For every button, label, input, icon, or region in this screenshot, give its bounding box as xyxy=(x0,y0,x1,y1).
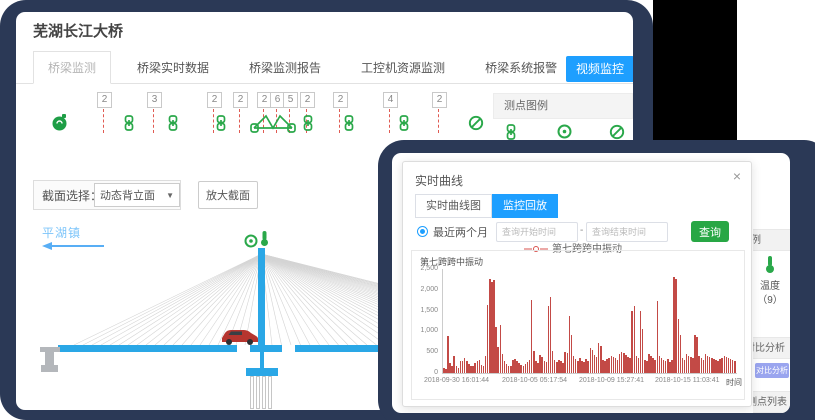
realtime-curve-modal: 实时曲线 × 实时曲线图监控回放 最近两个月 - 查询 第七跨跨中振动 第七跨跨… xyxy=(402,161,752,407)
sensor-count-badge[interactable]: 5 xyxy=(283,92,298,108)
modal-tab-0[interactable]: 实时曲线图 xyxy=(415,194,492,218)
x-tick-label: 2018-10-15 11:03:41 xyxy=(655,377,719,384)
link-sensor-icon[interactable] xyxy=(167,115,179,136)
truss-sensor-icon[interactable] xyxy=(250,112,296,138)
main-tab-4[interactable]: 桥梁系统报警 xyxy=(471,52,571,83)
temp-label: 温度 xyxy=(754,277,786,292)
sensor-dashed-line xyxy=(153,109,154,133)
y-tick-label: 1,000 xyxy=(412,327,438,334)
overlay-window-frame: 测点图例 温度 （9） 实时对比分析 对比分析 测点列表 实时曲线 × 实时曲线… xyxy=(378,140,815,420)
car-image xyxy=(218,326,260,346)
main-tab-1[interactable]: 桥梁实时数据 xyxy=(123,52,223,83)
x-axis xyxy=(442,373,737,374)
x-tick-label: 2018-10-05 05:17:54 xyxy=(502,377,567,384)
sensor-count-badge[interactable]: 2 xyxy=(207,92,222,108)
sensor-dashed-line xyxy=(438,109,439,133)
sensor-count-badge[interactable]: 2 xyxy=(97,92,112,108)
sensor-count-badge[interactable]: 4 xyxy=(383,92,398,108)
deck-gap xyxy=(282,345,295,352)
section-select-label: 截面选择： xyxy=(42,187,102,204)
radio-label: 最近两个月 xyxy=(433,224,488,240)
overlay-window-content: 测点图例 温度 （9） 实时对比分析 对比分析 测点列表 实时曲线 × 实时曲线… xyxy=(392,153,790,413)
bridge-pile xyxy=(268,376,272,409)
main-tab-2[interactable]: 桥梁监测报告 xyxy=(235,52,335,83)
background-black-zone xyxy=(653,0,737,143)
sensor-count-badge[interactable]: 2 xyxy=(432,92,447,108)
video-monitor-button[interactable]: 视频监控 xyxy=(566,56,633,82)
left-pier-base xyxy=(41,365,58,372)
sensor-count-badge[interactable]: 2 xyxy=(233,92,248,108)
main-tabbar: 桥梁监测桥梁实时数据桥梁监测报告工控机资源监测桥梁系统报警 xyxy=(16,55,633,84)
range-separator: - xyxy=(580,225,583,236)
modal-title: 实时曲线 xyxy=(415,172,463,189)
y-tick-label: 500 xyxy=(412,348,438,355)
left-pier-stem xyxy=(45,352,54,365)
strip-legend-band: 测点图例 xyxy=(753,229,790,251)
y-tick-label: 0 xyxy=(412,369,438,376)
pylon-thermometer-icon[interactable] xyxy=(259,230,270,247)
pylon-gauge-icon[interactable] xyxy=(244,234,258,248)
main-tab-0[interactable]: 桥梁监测 xyxy=(33,51,111,84)
close-icon[interactable]: × xyxy=(733,169,741,183)
sensor-dashed-line xyxy=(103,109,104,133)
link-sensor-icon[interactable] xyxy=(343,115,355,136)
deck-gap xyxy=(237,345,250,352)
chevron-down-icon: ▼ xyxy=(166,191,174,200)
link-sensor-icon[interactable] xyxy=(302,115,314,136)
no-entry-icon[interactable] xyxy=(468,115,484,136)
bridge-foundation-cap xyxy=(246,368,278,376)
modal-tab-1[interactable]: 监控回放 xyxy=(492,194,558,218)
thermometer-icon[interactable] xyxy=(764,255,776,274)
enlarge-section-button[interactable]: 放大截面 xyxy=(198,181,258,209)
main-tab-3[interactable]: 工控机资源监测 xyxy=(347,52,459,83)
x-tick-label: 2018-09-30 16:01:44 xyxy=(424,377,489,384)
gauge-sensor-icon[interactable] xyxy=(52,114,68,136)
link-sensor-icon[interactable] xyxy=(123,115,135,136)
y-tick-label: 1,500 xyxy=(412,307,438,314)
start-time-input[interactable] xyxy=(496,222,578,242)
end-time-input[interactable] xyxy=(586,222,668,242)
screenshot-stage: 芜湖长江大桥 桥梁监测桥梁实时数据桥梁监测报告工控机资源监测桥梁系统报警 视频监… xyxy=(0,0,815,420)
y-tick-label: 2,000 xyxy=(412,286,438,293)
modal-tabbar: 实时曲线图监控回放 xyxy=(415,194,558,218)
sensor-count-badge[interactable]: 2 xyxy=(300,92,315,108)
last-two-months-radio[interactable] xyxy=(417,226,428,237)
sensor-count-badge[interactable]: 2 xyxy=(333,92,348,108)
section-select-dropdown[interactable]: 动态背立面 ▼ xyxy=(94,183,180,207)
legend-panel-header: 测点图例 xyxy=(493,93,633,119)
compare-analysis-button[interactable]: 对比分析 xyxy=(755,363,789,378)
sensor-dashed-line xyxy=(239,109,240,133)
sensor-dashed-line xyxy=(389,109,390,133)
page-title: 芜湖长江大桥 xyxy=(33,20,123,41)
link-sensor-icon[interactable] xyxy=(215,115,227,136)
sensor-count-badge[interactable]: 3 xyxy=(147,92,162,108)
bridge-pile xyxy=(250,376,254,409)
bridge-pile xyxy=(256,376,260,409)
temp-count: （9） xyxy=(752,291,788,306)
x-axis-name: 时间 xyxy=(726,377,742,388)
section-select-value: 动态背立面 xyxy=(100,187,155,203)
strip-list-band: 测点列表 xyxy=(753,391,790,413)
vibration-chart: 第七跨跨中振动 05001,0001,5002,0002,500 2018-09… xyxy=(411,250,745,400)
link-sensor-icon[interactable] xyxy=(398,115,410,136)
chart-bars xyxy=(443,269,737,373)
y-tick-label: 2,500 xyxy=(412,265,438,272)
query-button[interactable]: 查询 xyxy=(691,221,729,242)
strip-analysis-band: 实时对比分析 xyxy=(753,337,790,359)
sensor-dashed-line xyxy=(213,109,214,133)
bridge-pile xyxy=(262,376,266,409)
x-tick-label: 2018-10-09 15:27:41 xyxy=(579,377,644,384)
sensor-dashed-line xyxy=(339,109,340,133)
